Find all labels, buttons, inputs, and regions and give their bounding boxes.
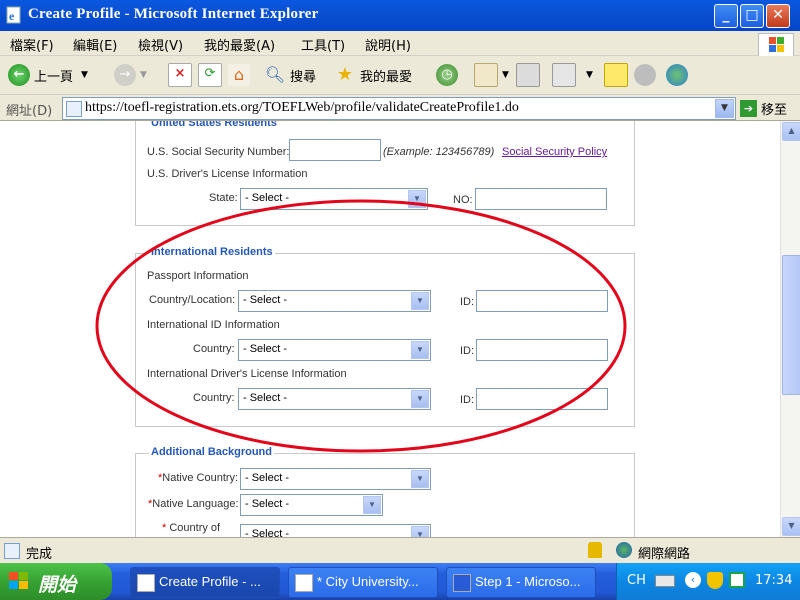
start-label: 開始 [38, 574, 77, 596]
stop-button[interactable]: × [168, 62, 196, 88]
back-label: 上一頁 [34, 69, 74, 85]
address-bar: 網址(D) https://toefl-registration.ets.org… [0, 95, 800, 121]
page-done-icon [4, 543, 20, 559]
task-create-profile[interactable]: Create Profile - ... [130, 567, 280, 598]
edit-dropdown-icon[interactable]: ▼ [586, 70, 593, 80]
search-button[interactable]: 🔍︎ 搜尋 [264, 62, 316, 88]
ie-page-icon: e [6, 6, 21, 24]
menu-tools[interactable]: 工具(T) [301, 35, 345, 54]
page-icon [66, 101, 82, 117]
stop-icon: × [168, 63, 192, 87]
globe-icon [616, 542, 632, 558]
go-button[interactable]: ➔ 移至 [740, 98, 787, 118]
system-tray: CH ‹ 17:34 [616, 563, 800, 600]
favorites-label: 我的最愛 [360, 69, 413, 85]
scroll-up-arrow-icon[interactable]: ▲ [782, 122, 800, 141]
refresh-icon: ⟳ [198, 63, 222, 87]
network-icon[interactable] [729, 572, 745, 588]
go-label: 移至 [761, 102, 788, 118]
menu-file[interactable]: 檔案(F) [10, 35, 54, 54]
history-button[interactable]: ◷ [436, 62, 462, 88]
language-indicator[interactable]: CH [627, 573, 646, 588]
address-dropdown-icon[interactable]: ▼ [715, 99, 734, 118]
research-button[interactable] [634, 62, 660, 88]
page-viewport: United States Residents U.S. Social Secu… [0, 121, 780, 537]
mail-button[interactable]: ▼ [474, 62, 509, 88]
home-icon: ⌂ [228, 64, 250, 86]
clock[interactable]: 17:34 [755, 573, 792, 588]
mail-icon [474, 63, 498, 87]
security-zone-text: 網際網路 [638, 547, 691, 562]
star-icon: ★ [336, 64, 354, 85]
svg-text:e: e [9, 9, 15, 23]
windows-flag-icon [758, 33, 794, 57]
word-icon [453, 574, 471, 592]
window-title-bar[interactable]: e Create Profile - Microsoft Internet Ex… [0, 0, 800, 31]
window-title: Create Profile - Microsoft Internet Expl… [28, 6, 319, 22]
back-dropdown-icon[interactable]: ▼ [81, 70, 88, 80]
task-label: Step 1 - Microso... [475, 574, 581, 589]
close-button[interactable]: ✕ [766, 4, 790, 28]
print-button[interactable] [516, 62, 544, 88]
task-label: Create Profile - ... [159, 574, 261, 589]
ie-icon [295, 574, 313, 592]
vertical-scrollbar[interactable]: ▲ ▼ [780, 121, 800, 537]
messenger-button[interactable] [666, 62, 692, 88]
annotation-circle [95, 199, 627, 453]
start-button[interactable]: 開始 [0, 563, 112, 600]
search-label: 搜尋 [290, 69, 317, 85]
go-arrow-icon: ➔ [740, 99, 757, 117]
address-input[interactable]: https://toefl-registration.ets.org/TOEFL… [62, 97, 736, 120]
scroll-thumb[interactable] [782, 255, 800, 395]
back-button[interactable]: ← 上一頁 ▼ [8, 62, 88, 88]
status-text: 完成 [26, 547, 53, 562]
taskbar: 開始 Create Profile - ... * City Universit… [0, 563, 800, 600]
home-button[interactable]: ⌂ [228, 62, 254, 88]
note-icon [604, 63, 628, 87]
address-url[interactable]: https://toefl-registration.ets.org/TOEFL… [85, 100, 519, 116]
scroll-down-arrow-icon[interactable]: ▼ [782, 517, 800, 536]
address-label: 網址(D) [6, 104, 53, 119]
back-arrow-icon: ← [8, 64, 30, 86]
maximize-button[interactable]: □ [740, 4, 764, 28]
lock-icon [588, 542, 602, 558]
menu-edit[interactable]: 編輯(E) [73, 35, 117, 54]
edit-icon [552, 63, 576, 87]
forward-dropdown-icon[interactable]: ▼ [140, 70, 147, 80]
menu-help[interactable]: 說明(H) [365, 35, 411, 54]
search-icon: 🔍︎ [264, 65, 286, 84]
forward-arrow-icon: → [114, 64, 136, 86]
favorites-button[interactable]: ★ 我的最愛 [334, 62, 412, 88]
ie-icon [137, 574, 155, 592]
keyboard-icon[interactable] [655, 575, 675, 587]
mail-dropdown-icon[interactable]: ▼ [502, 70, 509, 80]
chat-bubble-icon [634, 64, 656, 86]
task-step1-word[interactable]: Step 1 - Microso... [446, 567, 596, 598]
task-city-university[interactable]: * City University... [288, 567, 438, 598]
history-icon: ◷ [436, 64, 458, 86]
menu-view[interactable]: 檢視(V) [138, 35, 183, 54]
menu-favorites[interactable]: 我的最愛(A) [204, 35, 275, 54]
discuss-button[interactable] [604, 62, 632, 88]
status-bar: 完成 網際網路 [0, 537, 800, 563]
forward-button[interactable]: → ▼ [114, 62, 147, 88]
security-shield-icon[interactable] [707, 572, 723, 589]
menu-bar: 檔案(F) 編輯(E) 檢視(V) 我的最愛(A) 工具(T) 說明(H) [0, 31, 800, 57]
messenger-people-icon [666, 64, 688, 86]
refresh-button[interactable]: ⟳ [198, 62, 226, 88]
show-hidden-icons-icon[interactable]: ‹ [685, 572, 701, 588]
toolbar: ← 上一頁 ▼ → ▼ × ⟳ ⌂ 🔍︎ 搜尋 ★ 我的最愛 ◷ ▼ ▼ [0, 56, 800, 95]
minimize-button[interactable]: _ [714, 4, 738, 28]
task-label: * City University... [317, 574, 419, 589]
windows-logo-icon [9, 572, 28, 589]
print-icon [516, 63, 540, 87]
edit-button[interactable]: ▼ [552, 62, 593, 88]
